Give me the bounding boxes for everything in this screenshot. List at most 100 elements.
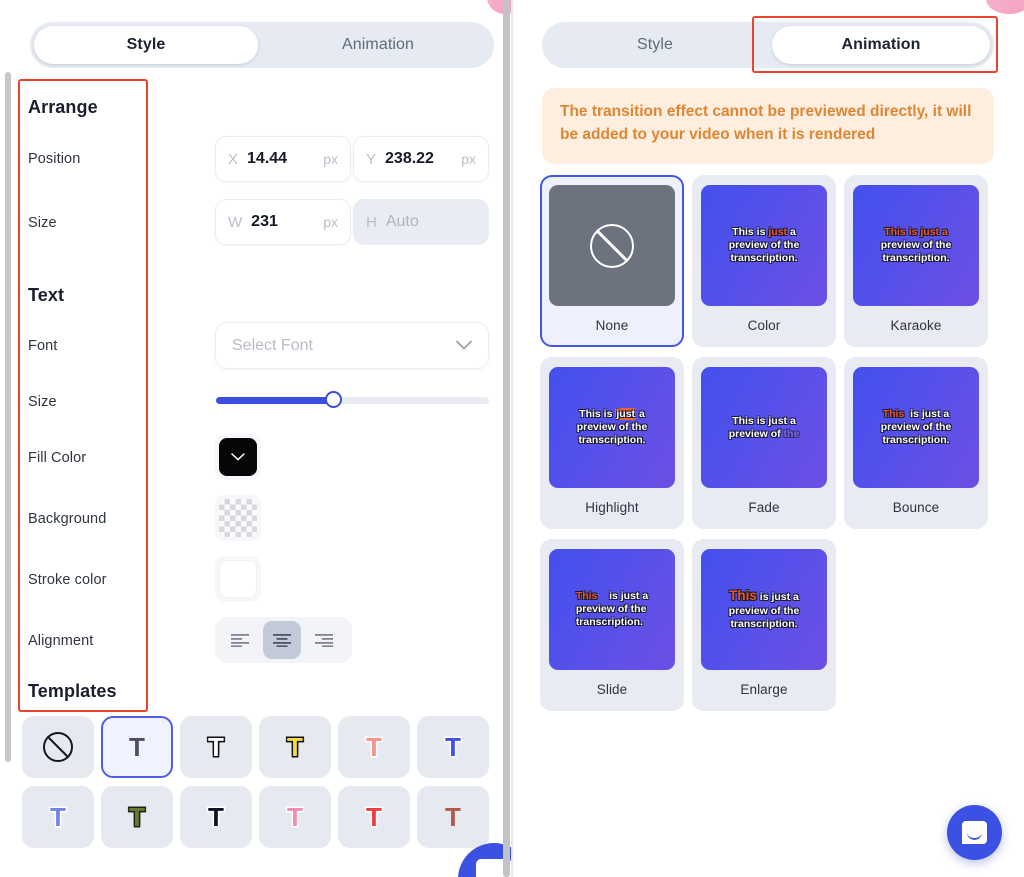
- animation-option-karaoke[interactable]: This is just a preview of the transcriptio…: [844, 175, 988, 347]
- position-y-value: 238.22: [385, 150, 434, 167]
- template-option-red[interactable]: T: [338, 786, 410, 848]
- animation-thumbnail: [549, 185, 675, 306]
- font-select-placeholder: Select Font: [232, 336, 313, 354]
- text-heading: Text: [28, 285, 65, 305]
- templates-grid: T T T T T T T T T T T: [22, 716, 490, 848]
- template-glyph: T: [50, 802, 66, 832]
- animation-preview-text: This is just a preview of the transcriptio…: [728, 226, 800, 264]
- left-tab-bar: Style Animation: [30, 22, 494, 68]
- template-option-brown[interactable]: T: [417, 786, 489, 848]
- label-position: Position: [28, 151, 81, 167]
- label-alignment: Alignment: [28, 633, 94, 649]
- slider-thumb[interactable]: [325, 391, 343, 408]
- animation-preview-text: This is just a preview of the transcriptio…: [880, 226, 952, 264]
- label-size: Size: [28, 215, 57, 231]
- template-option-yellow[interactable]: T: [259, 716, 331, 778]
- template-glyph: T: [287, 802, 303, 832]
- template-option-plain[interactable]: T: [101, 716, 173, 778]
- arrange-heading: Arrange: [28, 97, 98, 117]
- size-height-axis-label: H: [366, 213, 377, 231]
- size-width-axis-label: W: [228, 213, 243, 231]
- animation-preview-text: This is just a preview of the transcriptio…: [728, 588, 800, 630]
- background-color-swatch[interactable]: [215, 495, 261, 541]
- size-height-value: Auto: [385, 213, 419, 230]
- alignment-group: [215, 617, 352, 663]
- position-x-unit: px: [323, 151, 338, 167]
- tab-style-right[interactable]: Style: [546, 26, 764, 64]
- animation-option-color[interactable]: This is just a preview of the transcriptio…: [692, 175, 836, 347]
- tab-animation[interactable]: Animation: [266, 26, 490, 64]
- template-option-blue[interactable]: T: [417, 716, 489, 778]
- chevron-down-icon: [456, 337, 472, 355]
- size-height-input[interactable]: H Auto: [353, 199, 489, 245]
- slider-fill: [216, 397, 334, 404]
- label-text-size: Size: [28, 394, 57, 410]
- animation-preview-text: This is just a preview of the: [728, 414, 800, 440]
- animation-thumbnail: This is just a preview of the transcriptio…: [853, 185, 979, 306]
- size-width-unit: px: [323, 214, 338, 230]
- label-font: Font: [28, 338, 58, 354]
- chat-bubble-icon[interactable]: [947, 805, 1002, 860]
- template-option-white-outline[interactable]: T: [180, 716, 252, 778]
- app-screenshot: Style Animation Arrange Position Size Te…: [0, 0, 1024, 877]
- fill-color-swatch[interactable]: [215, 434, 261, 480]
- animation-label: Enlarge: [740, 682, 788, 697]
- stroke-color-swatch[interactable]: [215, 556, 261, 602]
- animation-preview-text: This is just a preview of the transcriptio…: [880, 408, 952, 446]
- label-fill-color: Fill Color: [28, 450, 87, 466]
- font-select[interactable]: Select Font: [215, 322, 489, 369]
- animation-label: Color: [747, 318, 781, 333]
- chevron-down-icon: [231, 453, 245, 461]
- no-animation-icon: [590, 223, 634, 268]
- animation-option-bounce[interactable]: This is just a preview of the transcriptio…: [844, 357, 988, 529]
- animation-option-enlarge[interactable]: This is just a preview of the transcriptio…: [692, 539, 836, 711]
- animation-thumbnail: This is just a preview of the transcriptio…: [853, 367, 979, 488]
- template-option-olive[interactable]: T: [101, 786, 173, 848]
- position-x-input[interactable]: X 14.44 px: [215, 136, 351, 182]
- template-option-black[interactable]: T: [180, 786, 252, 848]
- tab-animation-right[interactable]: Animation: [772, 26, 990, 64]
- template-option-none[interactable]: [22, 716, 94, 778]
- align-right-button[interactable]: [305, 621, 343, 659]
- background-transparent-preview: [219, 499, 257, 537]
- left-panel-scrollbar[interactable]: [5, 72, 11, 762]
- position-x-axis-label: X: [228, 150, 239, 168]
- animation-thumbnail: This is just a preview of the: [701, 367, 827, 488]
- animation-option-slide[interactable]: This is just a preview of the transcriptio…: [540, 539, 684, 711]
- no-style-icon: [43, 732, 73, 762]
- animation-label: Karaoke: [890, 318, 942, 333]
- animation-option-fade[interactable]: This is just a preview of the Fade: [692, 357, 836, 529]
- fill-color-preview: [219, 438, 257, 476]
- template-option-pink[interactable]: T: [259, 786, 331, 848]
- align-left-button[interactable]: [221, 621, 259, 659]
- position-y-unit: px: [461, 151, 476, 167]
- animation-preview-text: This is just a preview of the transcriptio…: [575, 590, 649, 628]
- animation-thumbnail: This is just a preview of the transcriptio…: [549, 367, 675, 488]
- position-x-value: 14.44: [247, 150, 288, 167]
- animation-label: Highlight: [585, 500, 639, 515]
- animation-preview-text: This is just a preview of the transcriptio…: [576, 408, 648, 446]
- position-y-axis-label: Y: [366, 150, 377, 168]
- animation-label: Slide: [596, 682, 628, 697]
- template-option-light-blue[interactable]: T: [22, 786, 94, 848]
- template-glyph: T: [366, 802, 382, 832]
- chat-bubble-shape: [962, 821, 987, 844]
- align-center-button[interactable]: [263, 621, 301, 659]
- text-size-slider[interactable]: [216, 391, 489, 408]
- left-panel-outer-scrollbar[interactable]: [503, 0, 510, 877]
- template-glyph: T: [208, 802, 224, 832]
- animation-option-none[interactable]: None: [540, 175, 684, 347]
- template-glyph: T: [287, 732, 303, 762]
- size-width-input[interactable]: W 231 px: [215, 199, 351, 245]
- animation-thumbnail: This is just a preview of the transcriptio…: [549, 549, 675, 670]
- animation-grid: None This is just a preview of the transcri…: [540, 175, 996, 711]
- animation-label: Bounce: [892, 500, 940, 515]
- tab-style[interactable]: Style: [34, 26, 258, 64]
- template-glyph: T: [129, 802, 145, 832]
- position-y-input[interactable]: Y 238.22 px: [353, 136, 489, 182]
- template-option-salmon[interactable]: T: [338, 716, 410, 778]
- animation-thumbnail: This is just a preview of the transcriptio…: [701, 185, 827, 306]
- transition-notice: The transition effect cannot be previewe…: [542, 88, 994, 164]
- animation-option-highlight[interactable]: This is just a preview of the transcriptio…: [540, 357, 684, 529]
- template-glyph: T: [445, 732, 461, 762]
